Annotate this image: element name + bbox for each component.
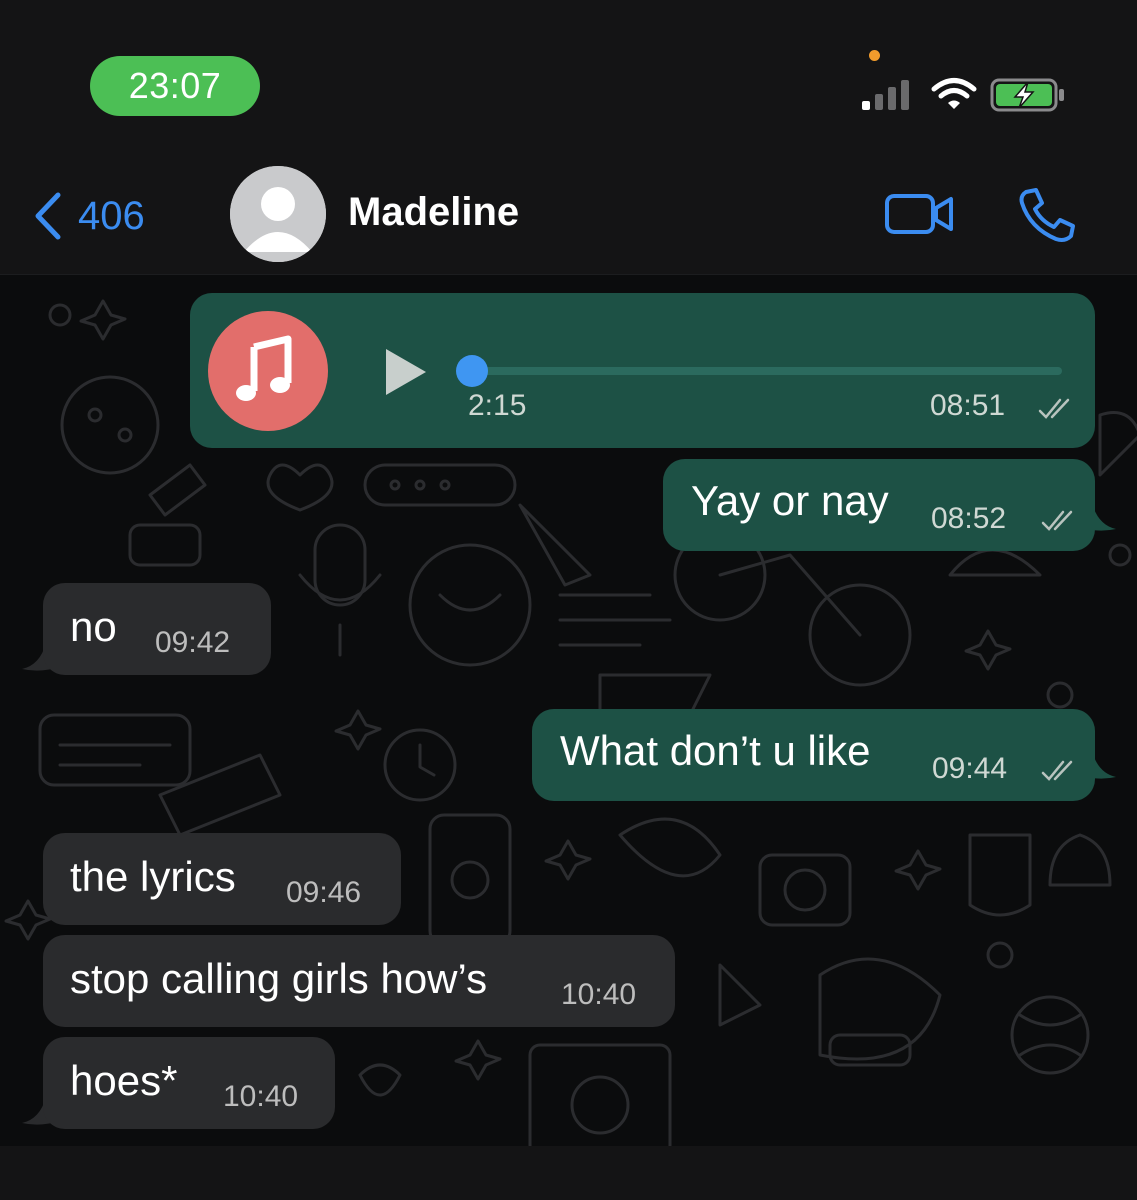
- double-check-icon: [1041, 760, 1073, 781]
- message-bubble-incoming[interactable]: no 09:42: [43, 583, 271, 675]
- message-bubble-outgoing[interactable]: Yay or nay 08:52: [663, 459, 1095, 551]
- message-time: 10:40: [561, 978, 637, 1011]
- audio-message-bubble[interactable]: 2:15 08:51: [190, 293, 1095, 448]
- status-time: 23:07: [90, 56, 260, 116]
- contact-avatar[interactable]: [230, 166, 326, 262]
- chat-header: 23:07 406 Madeline: [0, 0, 1137, 274]
- message-time: 08:52: [931, 502, 1007, 535]
- message-time: 09:46: [286, 876, 362, 909]
- message-time: 10:40: [223, 1080, 299, 1113]
- avatar-placeholder-icon: [230, 166, 326, 262]
- message-text: Yay or nay: [691, 477, 889, 524]
- video-call-icon[interactable]: [884, 188, 956, 240]
- input-bar-area: [0, 1146, 1137, 1200]
- message-time: 08:51: [930, 389, 1006, 422]
- double-check-icon: [1038, 398, 1070, 419]
- audio-scrubber-handle[interactable]: [456, 355, 488, 387]
- message-text: no: [70, 603, 117, 650]
- contact-name[interactable]: Madeline: [348, 190, 519, 235]
- play-icon[interactable]: [384, 347, 428, 397]
- message-list[interactable]: 2:15 08:51 Yay or nay 08:52 no 09:42 Wha…: [0, 274, 1137, 1147]
- message-time: 09:42: [155, 626, 231, 659]
- message-time: 09:44: [932, 752, 1008, 785]
- chevron-left-icon: [35, 192, 61, 240]
- message-bubble-incoming[interactable]: hoes* 10:40: [43, 1037, 335, 1129]
- cellular-signal-icon: [862, 80, 909, 110]
- music-avatar: [208, 311, 328, 431]
- microphone-indicator-dot: [869, 50, 880, 61]
- battery-charging-icon: [990, 78, 1064, 112]
- double-check-icon: [1041, 510, 1073, 531]
- message-text: stop calling girls how’s: [70, 955, 488, 1002]
- audio-progress-track[interactable]: [472, 367, 1062, 375]
- music-note-icon: [236, 335, 292, 401]
- message-text: What don’t u like: [560, 727, 871, 774]
- message-text: hoes*: [70, 1057, 178, 1104]
- message-bubble-incoming[interactable]: stop calling girls how’s 10:40: [43, 935, 675, 1027]
- unread-count: 406: [78, 193, 145, 238]
- phone-icon[interactable]: [1016, 186, 1078, 244]
- message-text: the lyrics: [70, 853, 236, 900]
- back-button[interactable]: 406: [30, 185, 145, 247]
- message-bubble-outgoing[interactable]: What don’t u like 09:44: [532, 709, 1095, 801]
- message-bubble-incoming[interactable]: the lyrics 09:46: [43, 833, 401, 925]
- audio-duration: 2:15: [468, 389, 527, 422]
- wifi-icon: [931, 78, 977, 109]
